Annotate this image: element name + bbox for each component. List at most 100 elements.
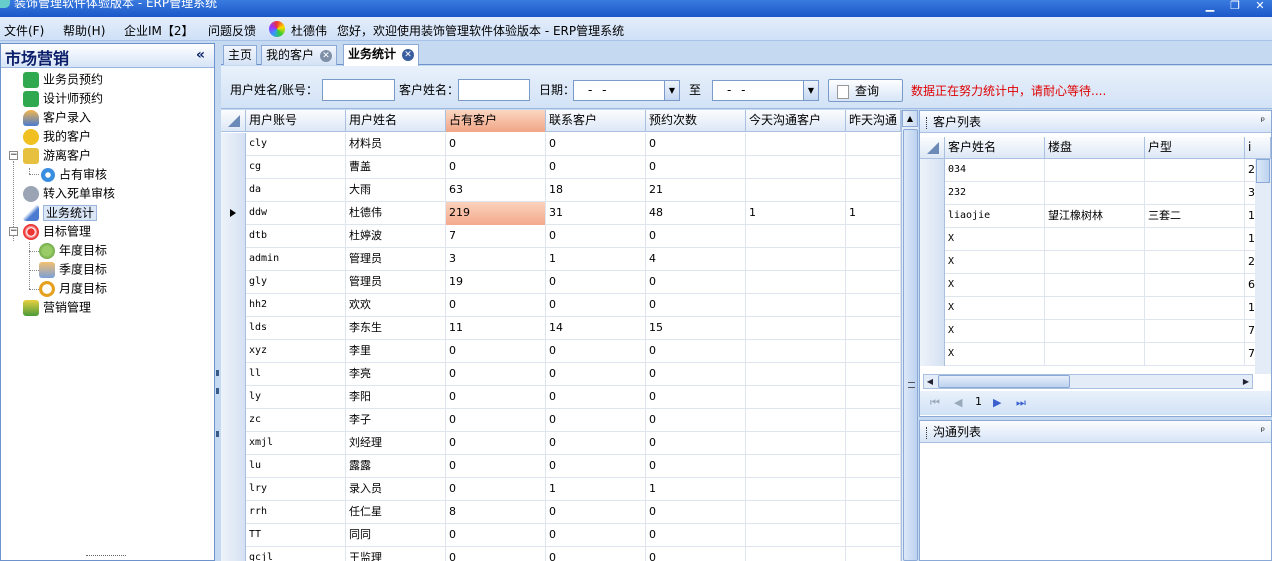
row-header[interactable] [920, 182, 945, 205]
table-cell[interactable]: 219 [446, 202, 546, 225]
row-header[interactable] [920, 320, 945, 343]
table-cell[interactable]: zc [246, 409, 346, 432]
table-cell[interactable]: 李亮 [346, 363, 446, 386]
table-cell[interactable]: 0 [546, 294, 646, 317]
table-cell[interactable]: gly [246, 271, 346, 294]
minimize-button[interactable]: ▁ [1199, 0, 1221, 12]
table-cell[interactable]: 曹盖 [346, 156, 446, 179]
table-cell[interactable] [846, 501, 901, 524]
table-row[interactable]: ddw 杜德伟 219 31 48 1 1 [221, 202, 901, 225]
table-row[interactable]: TT 同同 0 0 0 [221, 524, 901, 547]
sidebar-collapse-button[interactable]: « [196, 47, 205, 63]
table-cell[interactable] [746, 340, 846, 363]
table-cell[interactable]: 0 [446, 455, 546, 478]
table-cell[interactable]: ll [246, 363, 346, 386]
table-cell[interactable]: 0 [646, 271, 746, 294]
table-cell[interactable]: 1 [846, 202, 901, 225]
table-cell[interactable] [846, 547, 901, 561]
table-cell[interactable] [746, 478, 846, 501]
table-cell[interactable] [746, 156, 846, 179]
close-tab-icon[interactable]: ✕ [402, 48, 415, 61]
table-cell[interactable]: 0 [446, 133, 546, 156]
sidebar-item-dead-order-review[interactable]: 转入死单审核 [23, 184, 115, 202]
select-all-corner[interactable] [221, 110, 246, 132]
table-cell[interactable] [846, 156, 901, 179]
row-header[interactable] [221, 455, 246, 478]
table-cell[interactable] [746, 547, 846, 561]
table-row[interactable]: cg 曹盖 0 0 0 [221, 156, 901, 179]
table-cell[interactable]: 李阳 [346, 386, 446, 409]
table-cell[interactable] [846, 133, 901, 156]
close-button[interactable]: ✕ [1249, 0, 1271, 12]
table-row[interactable]: lu 露露 0 0 0 [221, 455, 901, 478]
table-cell[interactable] [846, 478, 901, 501]
table-row[interactable]: lds 李东生 11 14 15 [221, 317, 901, 340]
table-cell[interactable] [1145, 343, 1245, 366]
table-row[interactable]: gcjl 王监理 0 0 0 [221, 547, 901, 561]
table-row[interactable]: admin 管理员 3 1 4 [221, 248, 901, 271]
table-cell[interactable] [846, 294, 901, 317]
table-cell[interactable]: 望江橡树林 [1045, 205, 1145, 228]
sidebar-item-marketing-management[interactable]: 营销管理 [23, 298, 91, 316]
table-cell[interactable]: xyz [246, 340, 346, 363]
table-cell[interactable] [746, 133, 846, 156]
table-cell[interactable]: 录入员 [346, 478, 446, 501]
table-cell[interactable]: 欢欢 [346, 294, 446, 317]
row-header[interactable] [920, 205, 945, 228]
table-cell[interactable]: 0 [646, 501, 746, 524]
table-cell[interactable]: 杜德伟 [346, 202, 446, 225]
row-header[interactable] [221, 248, 246, 271]
table-cell[interactable] [1045, 182, 1145, 205]
table-cell[interactable] [1045, 274, 1145, 297]
table-cell[interactable]: lds [246, 317, 346, 340]
table-row[interactable]: lry 录入员 0 1 1 [221, 478, 901, 501]
sidebar-item-business-stats[interactable]: 业务统计 [23, 203, 98, 221]
table-cell[interactable] [846, 179, 901, 202]
table-cell[interactable]: liaojie [945, 205, 1045, 228]
table-cell[interactable]: 0 [646, 386, 746, 409]
table-cell[interactable] [846, 363, 901, 386]
table-cell[interactable]: 三套二 [1145, 205, 1245, 228]
scroll-up-icon[interactable]: ▲ [902, 110, 918, 127]
table-cell[interactable] [746, 501, 846, 524]
table-cell[interactable]: 0 [546, 455, 646, 478]
table-cell[interactable]: cg [246, 156, 346, 179]
table-cell[interactable]: 王监理 [346, 547, 446, 561]
table-cell[interactable]: 0 [446, 294, 546, 317]
table-cell[interactable]: 0 [446, 340, 546, 363]
user-input[interactable] [322, 79, 395, 101]
table-cell[interactable]: 材料员 [346, 133, 446, 156]
table-cell[interactable] [746, 432, 846, 455]
row-header[interactable] [221, 547, 246, 561]
table-cell[interactable]: hh2 [246, 294, 346, 317]
prev-page-icon[interactable]: ◀ [954, 396, 962, 409]
table-cell[interactable] [746, 386, 846, 409]
table-cell[interactable]: 19 [446, 271, 546, 294]
column-header[interactable]: 客户姓名 [945, 137, 1045, 159]
menu-file[interactable]: 文件(F) [4, 22, 44, 39]
customer-input[interactable] [458, 79, 530, 101]
tree-expander[interactable]: − [9, 151, 18, 160]
table-cell[interactable]: 0 [446, 386, 546, 409]
table-cell[interactable]: 15 [646, 317, 746, 340]
row-header[interactable] [221, 409, 246, 432]
table-cell[interactable]: 0 [646, 409, 746, 432]
next-page-icon[interactable]: ▶ [993, 396, 1001, 409]
table-cell[interactable]: xmjl [246, 432, 346, 455]
table-cell[interactable]: 同同 [346, 524, 446, 547]
row-header[interactable] [221, 317, 246, 340]
sidebar-item-quarter-target[interactable]: 季度目标 [39, 260, 107, 278]
table-cell[interactable]: 0 [546, 133, 646, 156]
sidebar-item-annual-target[interactable]: 年度目标 [39, 241, 107, 259]
table-cell[interactable] [1045, 297, 1145, 320]
table-cell[interactable]: 11 [446, 317, 546, 340]
column-header[interactable]: 楼盘 [1045, 137, 1145, 159]
table-cell[interactable]: 大雨 [346, 179, 446, 202]
table-cell[interactable]: 露露 [346, 455, 446, 478]
sidebar-item-month-target[interactable]: 月度目标 [39, 279, 107, 297]
table-cell[interactable] [746, 271, 846, 294]
table-cell[interactable]: da [246, 179, 346, 202]
table-cell[interactable]: X [945, 228, 1045, 251]
table-cell[interactable]: 0 [446, 478, 546, 501]
table-row[interactable]: hh2 欢欢 0 0 0 [221, 294, 901, 317]
